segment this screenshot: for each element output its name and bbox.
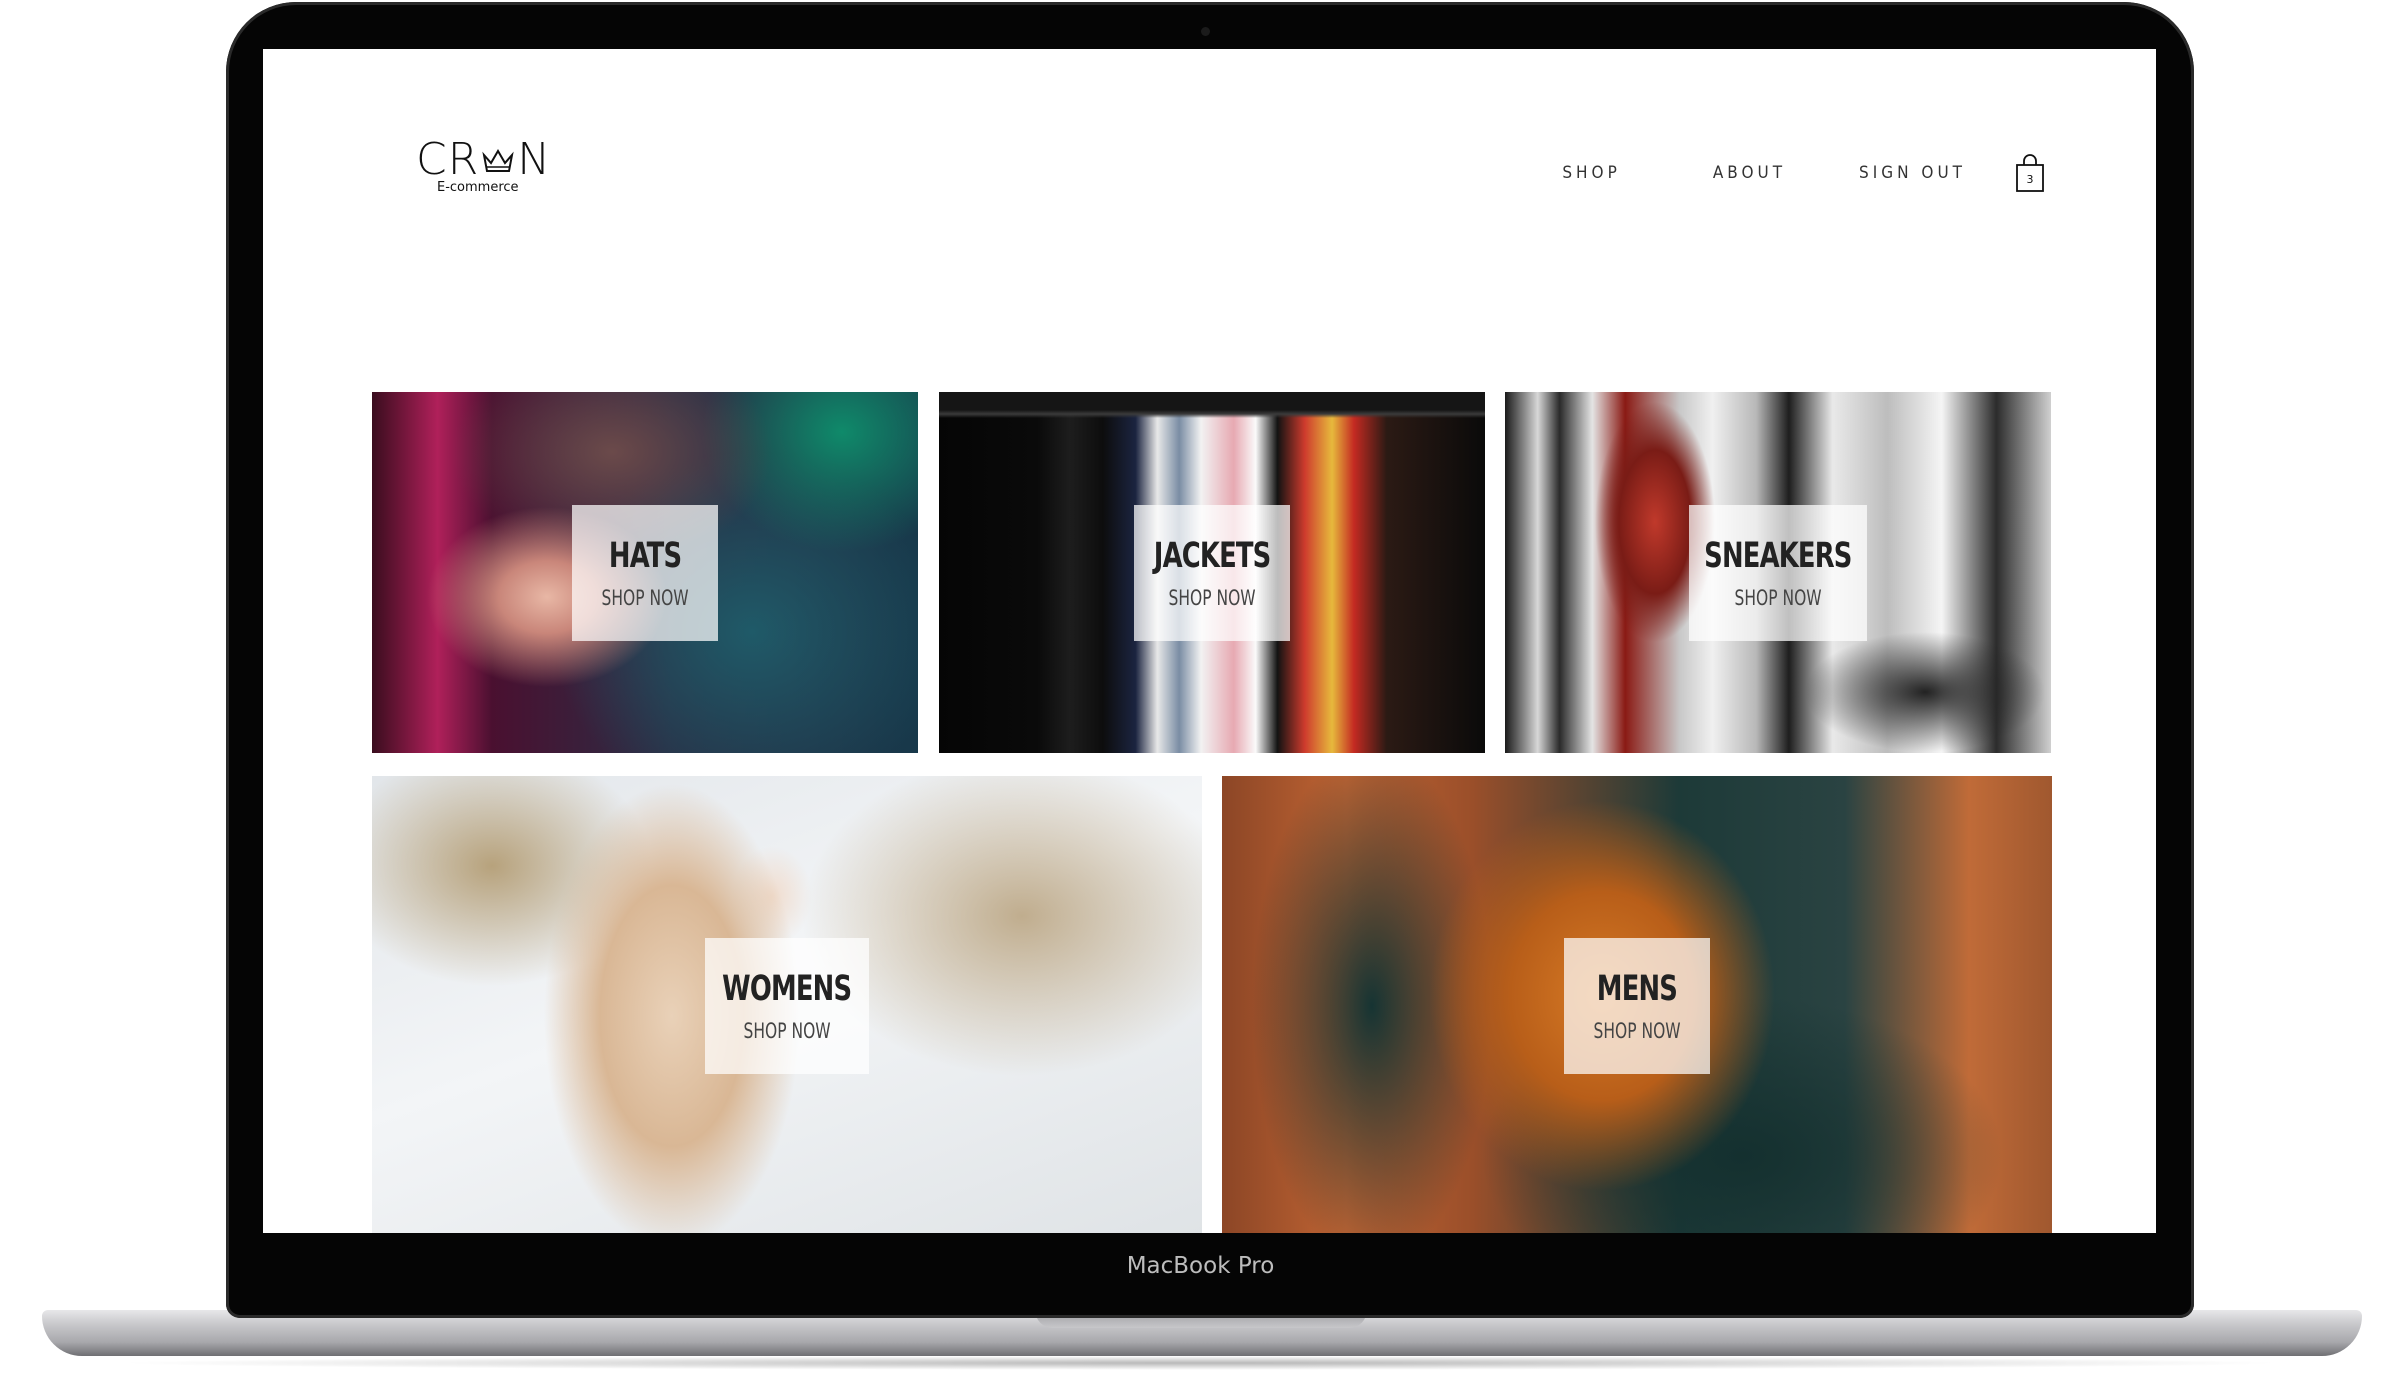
nav-sign-out-link[interactable]: SIGN OUT <box>1859 163 1966 183</box>
nav-about-link[interactable]: ABOUT <box>1713 163 1786 183</box>
category-tile-sneakers[interactable]: SNEAKERS SHOP NOW <box>1505 392 2051 753</box>
cart-button[interactable]: 3 <box>2014 153 2046 193</box>
crown-icon <box>482 149 514 172</box>
category-label: SNEAKERS SHOP NOW <box>1689 504 1867 641</box>
camera-dot <box>1201 27 1210 36</box>
category-tile-jackets[interactable]: JACKETS SHOP NOW <box>939 392 1485 753</box>
category-tile-hats[interactable]: HATS SHOP NOW <box>372 392 918 753</box>
brand-logo[interactable]: CR N E-commerce <box>416 135 550 199</box>
category-label: JACKETS SHOP NOW <box>1134 504 1290 641</box>
shop-now-link[interactable]: SHOP NOW <box>743 1019 830 1043</box>
logo-text-right: N <box>517 134 552 185</box>
logo-wordmark: CR N <box>416 135 551 185</box>
nav-shop-link[interactable]: SHOP <box>1562 163 1620 183</box>
device-model-label: MacBook Pro <box>1126 1253 1275 1279</box>
category-title: HATS <box>608 535 682 576</box>
category-title: JACKETS <box>1153 535 1271 576</box>
main-nav: SHOP ABOUT SIGN OUT 3 <box>1562 152 2046 194</box>
category-title: WOMENS <box>722 969 852 1009</box>
shop-now-link[interactable]: SHOP NOW <box>1168 586 1255 610</box>
category-label: WOMENS SHOP NOW <box>705 938 869 1074</box>
logo-subtitle: E-commerce <box>437 180 519 195</box>
shop-now-link[interactable]: SHOP NOW <box>1593 1019 1680 1043</box>
logo-text-left: CR <box>416 134 480 185</box>
category-title: SNEAKERS <box>1704 535 1852 576</box>
laptop-shadow <box>110 1356 2290 1370</box>
browser-screen: CR N E-commerce SHOP ABOUT SIGN OUT 3 HA… <box>263 49 2156 1233</box>
category-label: HATS SHOP NOW <box>572 504 718 641</box>
category-tile-womens[interactable]: WOMENS SHOP NOW <box>372 776 1202 1233</box>
category-title: MENS <box>1596 969 1678 1009</box>
category-label: MENS SHOP NOW <box>1564 938 1710 1074</box>
shop-now-link[interactable]: SHOP NOW <box>601 586 688 610</box>
cart-count: 3 <box>2026 173 2034 186</box>
shop-now-link[interactable]: SHOP NOW <box>1734 586 1821 610</box>
category-tile-mens[interactable]: MENS SHOP NOW <box>1222 776 2052 1233</box>
